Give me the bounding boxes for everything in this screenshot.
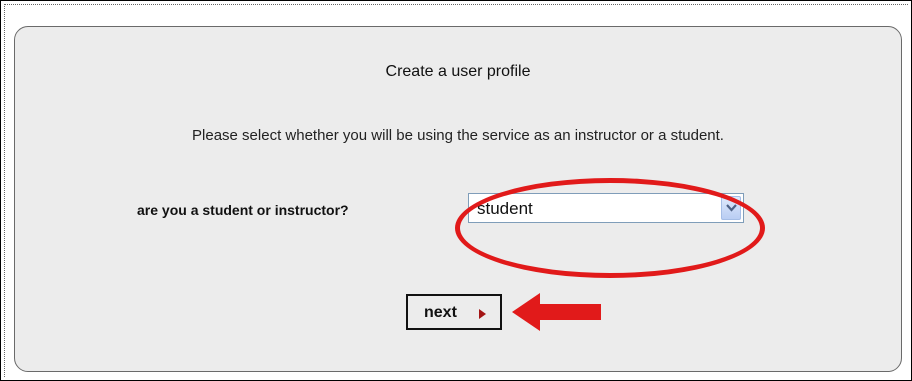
next-button-label: next: [424, 304, 457, 321]
role-select[interactable]: student: [468, 193, 744, 223]
select-dropdown-button[interactable]: [721, 196, 741, 220]
role-question-label: are you a student or instructor?: [137, 202, 349, 218]
red-left-arrow-icon: [512, 293, 601, 331]
chevron-down-icon: [726, 204, 737, 212]
caret-right-icon: [479, 309, 486, 319]
form-title: Create a user profile: [385, 63, 531, 80]
page-frame: Create a user profile Please select whet…: [0, 0, 912, 381]
role-select-value: student: [477, 199, 533, 218]
form-instructions: Please select whether you will be using …: [192, 127, 724, 144]
next-button[interactable]: next: [406, 294, 502, 330]
profile-form-panel: Create a user profile Please select whet…: [14, 26, 902, 372]
